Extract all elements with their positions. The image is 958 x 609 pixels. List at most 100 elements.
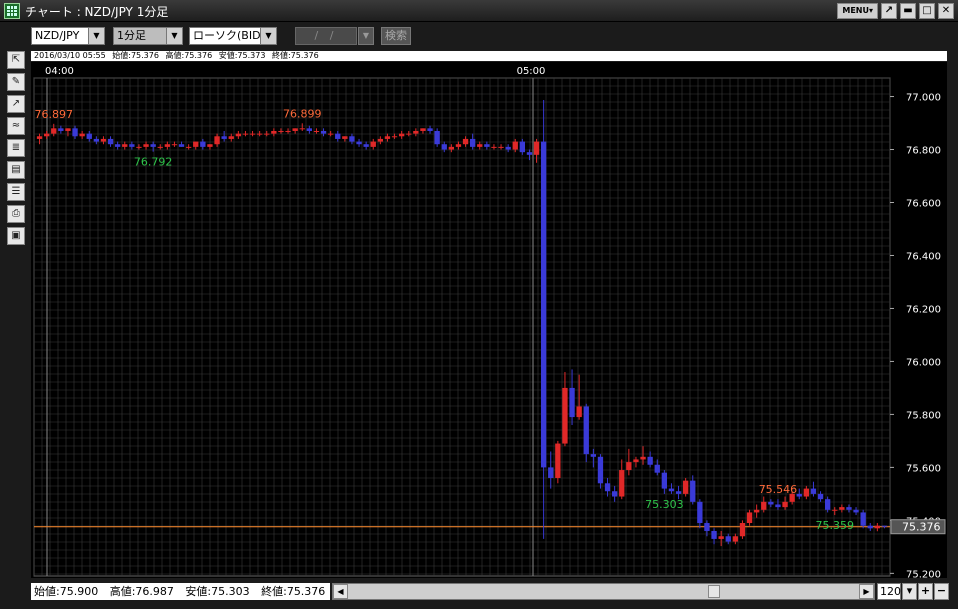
candle-body	[242, 133, 249, 135]
candle-body	[718, 536, 724, 539]
zoom-out-button[interactable]: −	[934, 583, 949, 600]
chevron-down-icon[interactable]: ▼	[166, 28, 182, 44]
symbol-select[interactable]: NZD/JPY ▼	[31, 27, 105, 45]
info-high: 高値:75.376	[165, 51, 213, 60]
minimize-button[interactable]: ▬	[900, 3, 916, 19]
candle-body	[107, 138, 114, 145]
candle-body	[519, 141, 526, 153]
candle-body	[782, 501, 788, 508]
status-close: 終値:75.376	[261, 585, 326, 598]
candle-body	[122, 144, 128, 147]
candle-body	[682, 480, 689, 494]
candle-body	[562, 387, 568, 444]
candle-body	[285, 130, 291, 132]
info-low: 安値:75.373	[218, 51, 266, 60]
candle-body	[860, 512, 866, 526]
candle-body	[462, 138, 469, 145]
candle-body	[810, 488, 817, 494]
candle-body	[739, 523, 746, 537]
info-close: 終値:75.376	[271, 51, 319, 60]
date-input[interactable]: / /	[295, 27, 357, 45]
menu-button[interactable]: MENU▾	[837, 3, 878, 19]
candle-body	[775, 504, 781, 508]
candle-body	[590, 454, 597, 457]
candle-body	[690, 480, 696, 502]
candle-body	[278, 130, 284, 132]
close-button[interactable]: ✕	[938, 3, 954, 19]
candle-body	[178, 144, 185, 147]
candle-body	[640, 456, 646, 460]
candle-body	[349, 136, 355, 142]
status-open: 始値:75.900	[34, 585, 99, 598]
current-price-label: 75.376	[902, 521, 941, 534]
candlestick-chart[interactable]: 04:00 05:00 77.000 76.800 76.600 76.400 76.200…	[31, 62, 947, 578]
cursor-icon[interactable]: ⇱	[7, 51, 25, 69]
candle-body	[93, 138, 100, 142]
candle-body	[299, 128, 305, 130]
y-tick-label: 75.800	[906, 410, 941, 421]
date-dropdown-icon[interactable]: ▼	[358, 27, 374, 45]
maximize-button[interactable]: □	[919, 3, 935, 19]
chart-svg[interactable]: 04:00 05:00 77.000 76.800 76.600 76.400 76.200…	[31, 62, 947, 578]
x-tick-label: 05:00	[517, 66, 546, 77]
detach-button[interactable]: ↗	[881, 3, 897, 19]
candle-body	[36, 136, 43, 139]
candle-body	[881, 525, 888, 527]
print-icon[interactable]: ⎙	[7, 205, 25, 223]
candle-body	[306, 128, 313, 131]
list-icon[interactable]: ☰	[7, 183, 25, 201]
chevron-down-icon[interactable]: ▼	[88, 28, 104, 44]
candle-body	[647, 456, 653, 465]
candle-body	[427, 128, 433, 131]
candle-body	[704, 523, 710, 531]
save-icon[interactable]: ▣	[7, 227, 25, 245]
y-tick-label: 75.600	[906, 463, 941, 474]
oscillator-icon[interactable]: ≈	[7, 117, 25, 135]
candle-body	[732, 536, 739, 542]
candle-body	[817, 493, 824, 500]
candle-body	[548, 467, 554, 478]
chevron-down-icon[interactable]: ▼	[260, 28, 276, 44]
scroll-thumb[interactable]	[708, 585, 720, 598]
candle-body	[58, 128, 64, 131]
candle-body	[228, 136, 234, 139]
status-high: 高値:76.987	[109, 585, 174, 598]
candle-body	[619, 470, 625, 497]
search-button[interactable]: 検索	[381, 27, 411, 45]
candle-body	[874, 525, 881, 529]
sheet-icon[interactable]: ▤	[7, 161, 25, 179]
scroll-left-icon[interactable]: ◀	[333, 584, 348, 599]
candle-body	[512, 141, 518, 150]
candle-body	[626, 462, 632, 471]
horizontal-scrollbar[interactable]: ◀ ▶	[332, 583, 875, 600]
candle-body	[654, 464, 660, 473]
zoom-in-button[interactable]: +	[918, 583, 933, 600]
ohlc-info-bar: 2016/03/10 05:55 始値:75.376 高値:75.376 安値:…	[31, 51, 947, 61]
candle-body	[711, 530, 717, 539]
candle-body	[256, 133, 263, 135]
candle-body	[335, 133, 341, 139]
candle-body	[391, 136, 398, 138]
candle-body	[363, 144, 369, 147]
app-grid-icon	[4, 3, 20, 19]
chart-type-select[interactable]: ローソク(BID) ▼	[189, 27, 277, 45]
status-bar: 始値:75.900 高値:76.987 安値:75.303 終値:75.376	[31, 583, 330, 600]
candle-body	[498, 146, 504, 148]
candle-body	[193, 141, 199, 147]
candle-body	[448, 146, 455, 150]
pen-icon[interactable]: ✎	[7, 73, 25, 91]
high-annotation: 75.546	[759, 483, 798, 496]
zoom-dropdown-icon[interactable]: ▾	[902, 583, 917, 600]
candle-body	[526, 152, 533, 155]
window-title: チャート : NZD/JPY 1分足	[25, 5, 169, 19]
indicator-icon[interactable]: ↗	[7, 95, 25, 113]
scroll-right-icon[interactable]: ▶	[859, 584, 874, 599]
candle-body	[505, 146, 511, 150]
candle-body	[668, 488, 675, 492]
price-icon[interactable]: ≣	[7, 139, 25, 157]
zoom-value[interactable]: 120	[877, 583, 901, 600]
candle-body	[725, 536, 731, 542]
candle-body	[839, 507, 845, 510]
timeframe-select[interactable]: 1分足 ▼	[113, 27, 183, 45]
candle-body	[477, 144, 483, 147]
